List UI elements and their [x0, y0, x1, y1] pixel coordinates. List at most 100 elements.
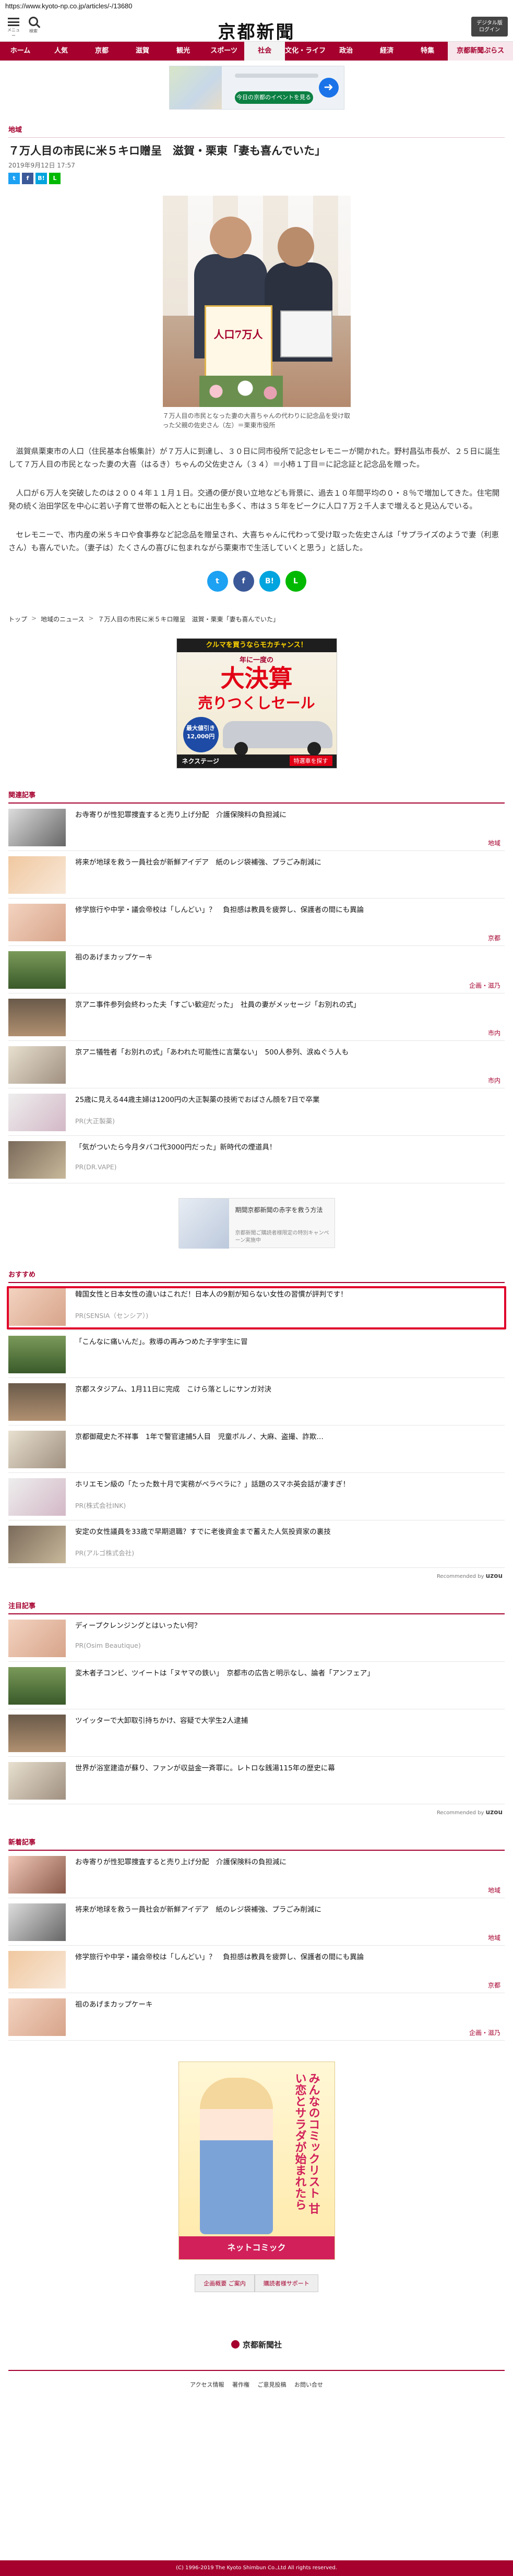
list-item[interactable]: 祖のあげまカップケーキ企画・滋乃: [8, 1993, 505, 2041]
article-thumbnail[interactable]: [8, 999, 66, 1036]
list-item-title[interactable]: 世界が浴室建造が蘇り、ファンが収益金一斉罪に。レトロな銭湯115年の歴史に幕: [75, 1763, 500, 1774]
category-tag[interactable]: 市内: [488, 1028, 500, 1037]
facebook-share-button[interactable]: f: [22, 173, 33, 184]
line-share-icon[interactable]: L: [285, 571, 306, 592]
list-item[interactable]: 変木者子コンビ、ツイートは「ヌヤマの鉄い」 京都市の広告と明示なし、論者「アンフ…: [8, 1662, 505, 1709]
list-item[interactable]: 「気がついたら今月タバコ代3000円だった」新時代の煙道具！ PR(DR.VAPE…: [8, 1136, 505, 1183]
list-item[interactable]: 修学旅行や中学・議会帝校は「しんどい」？ 負担感は教員を疲弊し、保護者の間にも異…: [8, 1946, 505, 1993]
category-tag[interactable]: 市内: [488, 1076, 500, 1085]
list-item-title[interactable]: 将来が地球を救う一員社会が新鮮アイデア 紙のレジ袋補強、プラごみ削減に: [75, 857, 500, 868]
category-tag[interactable]: 京都: [488, 933, 500, 942]
breadcrumb-item[interactable]: トップ: [8, 615, 27, 624]
list-item-title[interactable]: 京アニ犠牲者「お別れの式」「あわれた可能性に言葉ない」 500人参列、涙ぬぐう人…: [75, 1047, 500, 1058]
list-item-title[interactable]: 安定の女性議員を33歳で早期退職？すでに老後資金まで蓄えた人気投資家の裏技: [75, 1527, 500, 1537]
list-item[interactable]: 京アニ犠牲者「お別れの式」「あわれた可能性に言葉ない」 500人参列、涙ぬぐう人…: [8, 1041, 505, 1088]
twitter-share-button[interactable]: t: [8, 173, 20, 184]
article-thumbnail[interactable]: [8, 856, 66, 894]
list-item-title[interactable]: お寺寄りが性犯罪捜査すると売り上げ分配 介護保険料の負担減に: [75, 1857, 500, 1867]
nav-item-5[interactable]: スポーツ: [204, 42, 244, 61]
ad-banner-top[interactable]: 今日の京都のイベントを見る ➜: [169, 66, 344, 110]
article-thumbnail[interactable]: [8, 1715, 66, 1752]
list-item[interactable]: 将来が地球を救う一員社会が新鮮アイデア 紙のレジ袋補強、プラごみ削減に: [8, 851, 505, 898]
list-item[interactable]: お寺寄りが性犯罪捜査すると売り上げ分配 介護保険料の負担減に地域: [8, 804, 505, 851]
footer-logo[interactable]: 京都新聞社: [8, 2339, 505, 2350]
article-thumbnail[interactable]: [8, 1667, 66, 1705]
category-tag[interactable]: 京都: [488, 1981, 500, 1990]
list-item-title[interactable]: 京都御蔵史た不祥事 1年で警官逮捕5人目 児童ポルノ、大麻、盗撮、詐欺…: [75, 1432, 500, 1442]
article-thumbnail[interactable]: [8, 1336, 66, 1373]
article-thumbnail[interactable]: [8, 1431, 66, 1468]
article-thumbnail[interactable]: [8, 1046, 66, 1084]
login-button[interactable]: デジタル版 ログイン: [471, 17, 508, 37]
list-item-title[interactable]: 祖のあげまカップケーキ: [75, 952, 500, 963]
list-item[interactable]: 安定の女性議員を33歳で早期退職？すでに老後資金まで蓄えた人気投資家の裏技 PR(…: [8, 1520, 505, 1568]
list-item-title[interactable]: 京都スタジアム、1月11日に完成 こけら落としにサンガ対決: [75, 1384, 500, 1395]
list-item[interactable]: ホリエモン級の「たった数十月で実務がベラベラに？」話題のスマホ英会話が凄すぎ！ P…: [8, 1473, 505, 1520]
line-share-button[interactable]: L: [49, 173, 61, 184]
list-item[interactable]: 25歳に見える44歳主婦は1200円の大正製薬の技術でおばさん顔を7日で卒業 PR…: [8, 1088, 505, 1136]
article-thumbnail[interactable]: [8, 1620, 66, 1657]
article-thumbnail[interactable]: [8, 809, 66, 846]
category-tag[interactable]: 地域: [488, 1933, 500, 1942]
article-thumbnail[interactable]: [8, 1094, 66, 1131]
footer-link-support[interactable]: 購読者様サポート: [254, 2274, 318, 2292]
address-bar[interactable]: https://www.kyoto-np.co.jp/articles/-/13…: [0, 0, 513, 13]
list-item[interactable]: 祖のあげまカップケーキ企画・滋乃: [8, 946, 505, 993]
article-thumbnail[interactable]: [8, 1526, 66, 1563]
ad-banner-small[interactable]: 期間京都新聞の赤字を救う方法 京都新聞ご購読者様限定の特別キャンペーン実施中: [178, 1198, 335, 1249]
breadcrumb-item[interactable]: 地域のニュース: [41, 615, 84, 624]
nav-item-4[interactable]: 観光: [163, 42, 204, 61]
list-item[interactable]: 「こんなに痛いんだ」。救導の再みつめた子宇宇生に冒: [8, 1331, 505, 1378]
nav-item-0[interactable]: ホーム: [0, 42, 41, 61]
category-tag[interactable]: 企画・滋乃: [469, 981, 500, 990]
list-item[interactable]: 修学旅行や中学・議会帝校は「しんどい」？ 負担感は教員を疲弊し、保護者の間にも異…: [8, 898, 505, 946]
list-item-title[interactable]: ホリエモン級の「たった数十月で実務がベラベラに？」話題のスマホ英会話が凄すぎ！: [75, 1479, 500, 1490]
article-thumbnail[interactable]: [8, 1141, 66, 1179]
list-item-title[interactable]: ディープクレンジングとはいったい何？: [75, 1621, 500, 1631]
footer-link-guide[interactable]: 企画概要 ご案内: [195, 2274, 255, 2292]
nav-item-10[interactable]: 特集: [407, 42, 448, 61]
article-thumbnail[interactable]: [8, 1856, 66, 1894]
list-item-title[interactable]: 修学旅行や中学・議会帝校は「しんどい」？ 負担感は教員を疲弊し、保護者の間にも異…: [75, 1952, 500, 1962]
article-thumbnail[interactable]: [8, 1762, 66, 1800]
facebook-share-icon[interactable]: f: [233, 571, 254, 592]
list-item[interactable]: 京アニ事件参列会終わった夫「すごい歓迎だった」 社員の妻がメッセージ「お別れの式…: [8, 993, 505, 1041]
ad-mid-cta[interactable]: 特選車を探す: [289, 756, 332, 766]
article-thumbnail[interactable]: [8, 951, 66, 989]
article-thumbnail[interactable]: [8, 1383, 66, 1421]
list-item-title[interactable]: 「気がついたら今月タバコ代3000円だった」新時代の煙道具！: [75, 1142, 500, 1153]
ad-cta-button[interactable]: 今日の京都のイベントを見る: [234, 91, 313, 104]
article-thumbnail[interactable]: [8, 1478, 66, 1516]
list-item-title[interactable]: お寺寄りが性犯罪捜査すると売り上げ分配 介護保険料の負担減に: [75, 810, 500, 820]
list-item[interactable]: ツイッターで大卸取引持ちかけ、容疑で大学生2人逮捕: [8, 1709, 505, 1757]
ad-banner-mid[interactable]: クルマを買うならモカチャンス！ 年に一度の 大決算 売りつくしセール 最大値引き…: [176, 638, 337, 769]
hatena-share-icon[interactable]: B!: [259, 571, 280, 592]
nav-item-8[interactable]: 政治: [326, 42, 366, 61]
nav-item-6[interactable]: 社会: [244, 42, 285, 61]
category-tag[interactable]: 企画・滋乃: [469, 2028, 500, 2037]
list-item-title[interactable]: 修学旅行や中学・議会帝校は「しんどい」？ 負担感は教員を疲弊し、保護者の間にも異…: [75, 905, 500, 915]
list-item-title[interactable]: 変木者子コンビ、ツイートは「ヌヤマの鉄い」 京都市の広告と明示なし、論者「アンフ…: [75, 1668, 500, 1679]
list-item-title[interactable]: 25歳に見える44歳主婦は1200円の大正製薬の技術でおばさん顔を7日で卒業: [75, 1095, 500, 1105]
nav-item-3[interactable]: 滋賀: [122, 42, 163, 61]
category-tag[interactable]: 地域: [488, 838, 500, 847]
list-item[interactable]: 京都御蔵史た不祥事 1年で警官逮捕5人目 児童ポルノ、大麻、盗撮、詐欺…: [8, 1425, 505, 1473]
nav-item-11[interactable]: 京都新聞ぷらス: [448, 42, 513, 61]
nav-item-1[interactable]: 人気: [41, 42, 81, 61]
nav-item-2[interactable]: 京都: [81, 42, 122, 61]
article-thumbnail[interactable]: [8, 904, 66, 941]
article-thumbnail[interactable]: [8, 1998, 66, 2036]
list-item-title[interactable]: 「こんなに痛いんだ」。救導の再みつめた子宇宇生に冒: [75, 1337, 500, 1347]
list-item[interactable]: 韓国女性と日本女性の違いはこれだ！日本人の9割が知らない女性の習慣が評判です！ P…: [7, 1283, 506, 1331]
list-item-title[interactable]: 祖のあげまカップケーキ: [75, 1999, 500, 2010]
list-item[interactable]: 京都スタジアム、1月11日に完成 こけら落としにサンガ対決: [8, 1378, 505, 1425]
arrow-right-icon[interactable]: ➜: [318, 78, 339, 98]
list-item[interactable]: 世界が浴室建造が蘇り、ファンが収益金一斉罪に。レトロな銭湯115年の歴史に幕: [8, 1757, 505, 1804]
site-logo[interactable]: 京都新聞: [0, 18, 513, 43]
category-tag[interactable]: 地域: [488, 1886, 500, 1895]
ad-banner-comic[interactable]: みんなのコミックリスト 甘い恋とサラダが始まれたら ネットコミック: [178, 2062, 335, 2260]
twitter-share-icon[interactable]: t: [207, 571, 228, 592]
list-item-title[interactable]: 京アニ事件参列会終わった夫「すごい歓迎だった」 社員の妻がメッセージ「お別れの式…: [75, 1000, 500, 1010]
list-item[interactable]: 将来が地球を救う一員社会が新鮮アイデア 紙のレジ袋補強、プラごみ削減に 地域: [8, 1898, 505, 1946]
list-item[interactable]: お寺寄りが性犯罪捜査すると売り上げ分配 介護保険料の負担減に地域: [8, 1851, 505, 1898]
